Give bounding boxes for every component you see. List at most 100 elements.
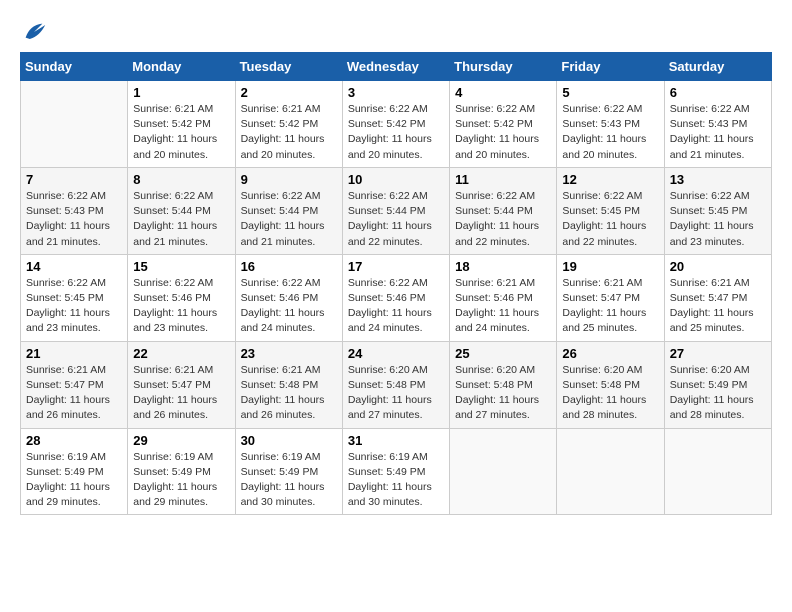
calendar-cell: 8 Sunrise: 6:22 AM Sunset: 5:44 PM Daylig… bbox=[128, 167, 235, 254]
day-info: Sunrise: 6:22 AM Sunset: 5:44 PM Dayligh… bbox=[348, 189, 444, 250]
day-info: Sunrise: 6:20 AM Sunset: 5:48 PM Dayligh… bbox=[562, 363, 658, 424]
calendar-cell: 25 Sunrise: 6:20 AM Sunset: 5:48 PM Dayli… bbox=[450, 341, 557, 428]
day-number: 15 bbox=[133, 259, 229, 274]
calendar-cell: 29Sunrise: 6:19 AM Sunset: 5:49 PM Dayli… bbox=[128, 428, 235, 515]
day-number: 16 bbox=[241, 259, 337, 274]
day-number: 31 bbox=[348, 433, 444, 448]
calendar-cell: 24 Sunrise: 6:20 AM Sunset: 5:48 PM Dayli… bbox=[342, 341, 449, 428]
day-number: 17 bbox=[348, 259, 444, 274]
day-number: 20 bbox=[670, 259, 766, 274]
day-number: 4 bbox=[455, 85, 551, 100]
calendar-cell bbox=[450, 428, 557, 515]
calendar-cell: 28 Sunrise: 6:19 AM Sunset: 5:49 PM Dayli… bbox=[21, 428, 128, 515]
calendar-cell: 2 Sunrise: 6:21 AM Sunset: 5:42 PM Daylig… bbox=[235, 81, 342, 168]
day-info: Sunrise: 6:22 AM Sunset: 5:45 PM Dayligh… bbox=[670, 189, 766, 250]
day-info: Sunrise: 6:19 AM Sunset: 5:49 PM Dayligh… bbox=[348, 450, 444, 511]
day-info: Sunrise: 6:21 AM Sunset: 5:47 PM Dayligh… bbox=[670, 276, 766, 337]
day-info: Sunrise: 6:22 AM Sunset: 5:45 PM Dayligh… bbox=[562, 189, 658, 250]
calendar-cell: 31 Sunrise: 6:19 AM Sunset: 5:49 PM Dayli… bbox=[342, 428, 449, 515]
day-info: Sunrise: 6:19 AM Sunset: 5:49 PM Dayligh… bbox=[26, 450, 122, 511]
calendar-cell: 5 Sunrise: 6:22 AM Sunset: 5:43 PM Daylig… bbox=[557, 81, 664, 168]
calendar-cell bbox=[664, 428, 771, 515]
day-number: 8 bbox=[133, 172, 229, 187]
day-info: Sunrise: 6:21 AM Sunset: 5:47 PM Dayligh… bbox=[133, 363, 229, 424]
calendar-cell: 14 Sunrise: 6:22 AM Sunset: 5:45 PM Dayli… bbox=[21, 254, 128, 341]
calendar-cell: 23 Sunrise: 6:21 AM Sunset: 5:48 PM Dayli… bbox=[235, 341, 342, 428]
day-info: Sunrise: 6:22 AM Sunset: 5:42 PM Dayligh… bbox=[348, 102, 444, 163]
day-info: Sunrise: 6:22 AM Sunset: 5:45 PM Dayligh… bbox=[26, 276, 122, 337]
day-info: Sunrise: 6:22 AM Sunset: 5:43 PM Dayligh… bbox=[26, 189, 122, 250]
calendar-cell: 1 Sunrise: 6:21 AM Sunset: 5:42 PM Daylig… bbox=[128, 81, 235, 168]
col-header-sunday: Sunday bbox=[21, 53, 128, 81]
day-number: 3 bbox=[348, 85, 444, 100]
day-info: Sunrise: 6:20 AM Sunset: 5:48 PM Dayligh… bbox=[455, 363, 551, 424]
calendar-cell: 26 Sunrise: 6:20 AM Sunset: 5:48 PM Dayli… bbox=[557, 341, 664, 428]
calendar-cell: 13 Sunrise: 6:22 AM Sunset: 5:45 PM Dayli… bbox=[664, 167, 771, 254]
day-info: Sunrise: 6:22 AM Sunset: 5:42 PM Dayligh… bbox=[455, 102, 551, 163]
day-info: Sunrise: 6:19 AM Sunset: 5:49 PM Dayligh… bbox=[241, 450, 337, 511]
page-container: SundayMondayTuesdayWednesdayThursdayFrid… bbox=[0, 0, 792, 525]
day-info: Sunrise: 6:22 AM Sunset: 5:46 PM Dayligh… bbox=[348, 276, 444, 337]
day-number: 7 bbox=[26, 172, 122, 187]
day-info: Sunrise: 6:20 AM Sunset: 5:49 PM Dayligh… bbox=[670, 363, 766, 424]
day-info: Sunrise: 6:21 AM Sunset: 5:42 PM Dayligh… bbox=[133, 102, 229, 163]
calendar-cell: 12 Sunrise: 6:22 AM Sunset: 5:45 PM Dayli… bbox=[557, 167, 664, 254]
day-number: 21 bbox=[26, 346, 122, 361]
calendar-cell: 17 Sunrise: 6:22 AM Sunset: 5:46 PM Dayli… bbox=[342, 254, 449, 341]
day-number: 9 bbox=[241, 172, 337, 187]
day-info: Sunrise: 6:22 AM Sunset: 5:44 PM Dayligh… bbox=[133, 189, 229, 250]
day-info: Sunrise: 6:22 AM Sunset: 5:44 PM Dayligh… bbox=[241, 189, 337, 250]
calendar-cell: 9 Sunrise: 6:22 AM Sunset: 5:44 PM Daylig… bbox=[235, 167, 342, 254]
calendar-cell: 7 Sunrise: 6:22 AM Sunset: 5:43 PM Daylig… bbox=[21, 167, 128, 254]
day-number: 25 bbox=[455, 346, 551, 361]
calendar-cell: 21Sunrise: 6:21 AM Sunset: 5:47 PM Dayli… bbox=[21, 341, 128, 428]
day-number: 29 bbox=[133, 433, 229, 448]
day-number: 30 bbox=[241, 433, 337, 448]
day-number: 13 bbox=[670, 172, 766, 187]
calendar-cell: 30 Sunrise: 6:19 AM Sunset: 5:49 PM Dayli… bbox=[235, 428, 342, 515]
calendar-cell: 16 Sunrise: 6:22 AM Sunset: 5:46 PM Dayli… bbox=[235, 254, 342, 341]
day-info: Sunrise: 6:22 AM Sunset: 5:43 PM Dayligh… bbox=[670, 102, 766, 163]
calendar-cell: 19 Sunrise: 6:21 AM Sunset: 5:47 PM Dayli… bbox=[557, 254, 664, 341]
day-number: 6 bbox=[670, 85, 766, 100]
calendar-cell bbox=[557, 428, 664, 515]
day-number: 14 bbox=[26, 259, 122, 274]
logo-icon bbox=[20, 18, 48, 46]
day-number: 12 bbox=[562, 172, 658, 187]
col-header-friday: Friday bbox=[557, 53, 664, 81]
day-number: 2 bbox=[241, 85, 337, 100]
day-info: Sunrise: 6:22 AM Sunset: 5:46 PM Dayligh… bbox=[241, 276, 337, 337]
day-number: 5 bbox=[562, 85, 658, 100]
calendar-cell: 22 Sunrise: 6:21 AM Sunset: 5:47 PM Dayli… bbox=[128, 341, 235, 428]
col-header-wednesday: Wednesday bbox=[342, 53, 449, 81]
day-number: 22 bbox=[133, 346, 229, 361]
day-info: Sunrise: 6:20 AM Sunset: 5:48 PM Dayligh… bbox=[348, 363, 444, 424]
day-number: 18 bbox=[455, 259, 551, 274]
day-number: 10 bbox=[348, 172, 444, 187]
day-info: Sunrise: 6:21 AM Sunset: 5:46 PM Dayligh… bbox=[455, 276, 551, 337]
calendar-cell: 15Sunrise: 6:22 AM Sunset: 5:46 PM Dayli… bbox=[128, 254, 235, 341]
day-info: Sunrise: 6:22 AM Sunset: 5:44 PM Dayligh… bbox=[455, 189, 551, 250]
col-header-thursday: Thursday bbox=[450, 53, 557, 81]
calendar-cell: 20 Sunrise: 6:21 AM Sunset: 5:47 PM Dayli… bbox=[664, 254, 771, 341]
day-info: Sunrise: 6:21 AM Sunset: 5:47 PM Dayligh… bbox=[562, 276, 658, 337]
day-number: 24 bbox=[348, 346, 444, 361]
day-number: 27 bbox=[670, 346, 766, 361]
day-number: 1 bbox=[133, 85, 229, 100]
calendar-table: SundayMondayTuesdayWednesdayThursdayFrid… bbox=[20, 52, 772, 515]
day-number: 23 bbox=[241, 346, 337, 361]
calendar-cell bbox=[21, 81, 128, 168]
calendar-cell: 6 Sunrise: 6:22 AM Sunset: 5:43 PM Daylig… bbox=[664, 81, 771, 168]
col-header-saturday: Saturday bbox=[664, 53, 771, 81]
calendar-cell: 3 Sunrise: 6:22 AM Sunset: 5:42 PM Daylig… bbox=[342, 81, 449, 168]
day-info: Sunrise: 6:22 AM Sunset: 5:43 PM Dayligh… bbox=[562, 102, 658, 163]
day-number: 28 bbox=[26, 433, 122, 448]
day-number: 11 bbox=[455, 172, 551, 187]
calendar-cell: 10 Sunrise: 6:22 AM Sunset: 5:44 PM Dayli… bbox=[342, 167, 449, 254]
day-info: Sunrise: 6:21 AM Sunset: 5:42 PM Dayligh… bbox=[241, 102, 337, 163]
day-info: Sunrise: 6:21 AM Sunset: 5:48 PM Dayligh… bbox=[241, 363, 337, 424]
header bbox=[20, 18, 772, 46]
day-number: 26 bbox=[562, 346, 658, 361]
col-header-tuesday: Tuesday bbox=[235, 53, 342, 81]
day-number: 19 bbox=[562, 259, 658, 274]
